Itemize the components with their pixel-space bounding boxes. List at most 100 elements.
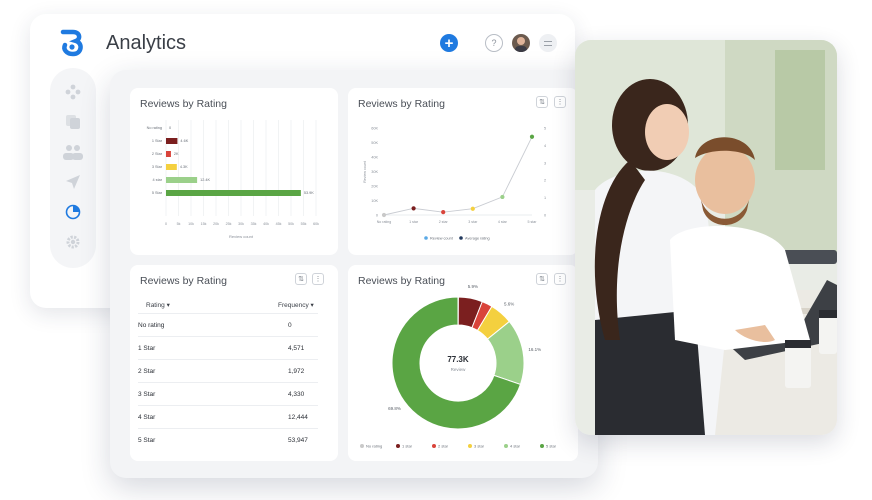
bar-value-label: 2K xyxy=(174,152,179,156)
bar-value-label: 53.9K xyxy=(304,191,314,195)
y2-tick-label: 2 xyxy=(544,179,546,183)
app-title: Analytics xyxy=(106,32,187,54)
x-tick-label: 4 star xyxy=(498,220,508,224)
avatar[interactable] xyxy=(512,34,530,52)
legend-marker xyxy=(540,444,544,448)
legend-label: Review count xyxy=(430,237,454,241)
table-row[interactable]: 3 Star 4,330 xyxy=(138,382,318,404)
sidebar xyxy=(50,68,96,268)
line-point xyxy=(381,212,387,218)
menu-icon[interactable] xyxy=(539,34,557,52)
frequency-cell: 1,972 xyxy=(288,368,305,375)
legend-marker xyxy=(459,236,463,240)
x-tick-label: 0 xyxy=(165,222,167,226)
x-tick-label: 15k xyxy=(201,222,207,226)
bar xyxy=(166,177,198,183)
rating-cell: 3 Star xyxy=(138,391,156,398)
help-icon[interactable]: ? xyxy=(485,34,503,52)
gear-icon[interactable] xyxy=(63,232,83,252)
legend-marker xyxy=(468,444,472,448)
legend-label: 3 star xyxy=(474,444,485,449)
legend-marker xyxy=(396,444,400,448)
y-tick-label: 5 Star xyxy=(152,191,163,195)
y-axis-label: Review count xyxy=(363,161,367,183)
slice-label: 16.1% xyxy=(528,347,541,352)
x-tick-label: 30k xyxy=(238,222,244,226)
rating-cell: 4 Star xyxy=(138,414,156,421)
line-point xyxy=(500,194,505,200)
x-tick-label: 20k xyxy=(213,222,219,226)
table-row[interactable]: 4 Star 12,444 xyxy=(138,405,318,427)
legend-label: 5 star xyxy=(546,444,557,449)
bar-value-label: 12.4K xyxy=(200,178,210,182)
y-tick-label: 10K xyxy=(371,199,378,203)
x-tick-label: No rating xyxy=(377,220,392,224)
x-tick-label: 40k xyxy=(263,222,269,226)
rating-cell: 1 Star xyxy=(138,345,156,352)
office-photo xyxy=(575,40,837,435)
add-button[interactable]: + xyxy=(440,34,458,52)
table-row[interactable]: 2 Star 1,972 xyxy=(138,359,318,381)
y2-tick-label: 3 xyxy=(544,161,546,165)
bar-value-label: 4.6K xyxy=(180,139,188,143)
copy-icon[interactable] xyxy=(63,112,83,132)
dashboard-panel: Reviews by Rating 0 5k 10k 15k 20k 25k 30k 35k 4… xyxy=(110,70,598,478)
donut-center-label: Review xyxy=(451,367,467,372)
legend-label: 2 star xyxy=(438,444,449,449)
line-chart-card: Reviews by Rating ⇅ ⋮ 0 10K 20K 30K 40K 50K 60… xyxy=(348,88,578,255)
y2-tick-label: 4 xyxy=(544,144,546,148)
y-tick-label: 2 Star xyxy=(152,152,163,156)
x-tick-label: 5 star xyxy=(528,220,538,224)
frequency-cell: 12,444 xyxy=(288,414,308,421)
users-icon[interactable] xyxy=(63,142,83,162)
y2-tick-label: 5 xyxy=(544,127,546,131)
rating-cell: No rating xyxy=(138,322,165,329)
y-tick-label: 20K xyxy=(371,185,378,189)
pie-chart-icon[interactable] xyxy=(63,202,83,222)
nodes-icon[interactable] xyxy=(63,82,83,102)
x-tick-label: 50k xyxy=(288,222,294,226)
frequency-cell: 4,330 xyxy=(288,391,305,398)
marketing-stage: Analytics + ? Reviews by Rating 0 5k 10k… xyxy=(0,0,872,500)
x-tick-label: 45k xyxy=(276,222,282,226)
y-tick-label: 40K xyxy=(371,156,378,160)
column-header-frequency[interactable]: Frequency ▾ xyxy=(278,301,314,309)
brand-logo xyxy=(60,29,83,57)
bar xyxy=(166,138,178,144)
legend-label: No rating xyxy=(366,444,382,449)
legend-marker xyxy=(432,444,436,448)
send-icon[interactable] xyxy=(63,172,83,192)
bar xyxy=(166,190,301,196)
rating-cell: 2 Star xyxy=(138,368,156,375)
y-tick-label: 3 Star xyxy=(152,165,163,169)
slice-label: 69.8% xyxy=(388,406,401,411)
y-tick-label: 30K xyxy=(371,170,378,174)
table-row[interactable]: No rating 0 xyxy=(138,313,318,335)
table-card: Reviews by Rating ⇅ ⋮ Rating ▾ Frequency… xyxy=(130,265,338,461)
table-row[interactable]: 5 Star 53,947 xyxy=(138,428,318,450)
x-tick-label: 25k xyxy=(226,222,232,226)
x-tick-label: 2 star xyxy=(439,220,449,224)
y-tick-label: 4 star xyxy=(153,178,163,182)
line-point xyxy=(470,206,475,211)
more-icon[interactable]: ⋮ xyxy=(312,273,324,285)
swap-icon[interactable]: ⇅ xyxy=(295,273,307,285)
line-point xyxy=(411,206,416,211)
x-axis-label: Review count xyxy=(229,234,254,239)
x-tick-label: 55k xyxy=(301,222,307,226)
frequency-cell: 4,571 xyxy=(288,345,305,352)
column-header-rating[interactable]: Rating ▾ xyxy=(146,301,170,309)
x-tick-label: 60k xyxy=(313,222,319,226)
legend-marker xyxy=(360,444,364,448)
y-tick-label: 50K xyxy=(371,141,378,145)
frequency-cell: 0 xyxy=(288,322,292,329)
x-tick-label: 3 star xyxy=(468,220,478,224)
line-point xyxy=(441,210,446,215)
series-line-review-count xyxy=(383,136,533,216)
frequency-cell: 53,947 xyxy=(288,437,308,444)
table-row[interactable]: 1 Star 4,571 xyxy=(138,336,318,358)
bar xyxy=(166,151,171,157)
card-title: Reviews by Rating xyxy=(140,275,227,287)
bar xyxy=(166,164,177,170)
donut-chart: 5.9% 5.6% 16.1% 69.8% 77.3K Review No rating 1 … xyxy=(360,284,557,449)
